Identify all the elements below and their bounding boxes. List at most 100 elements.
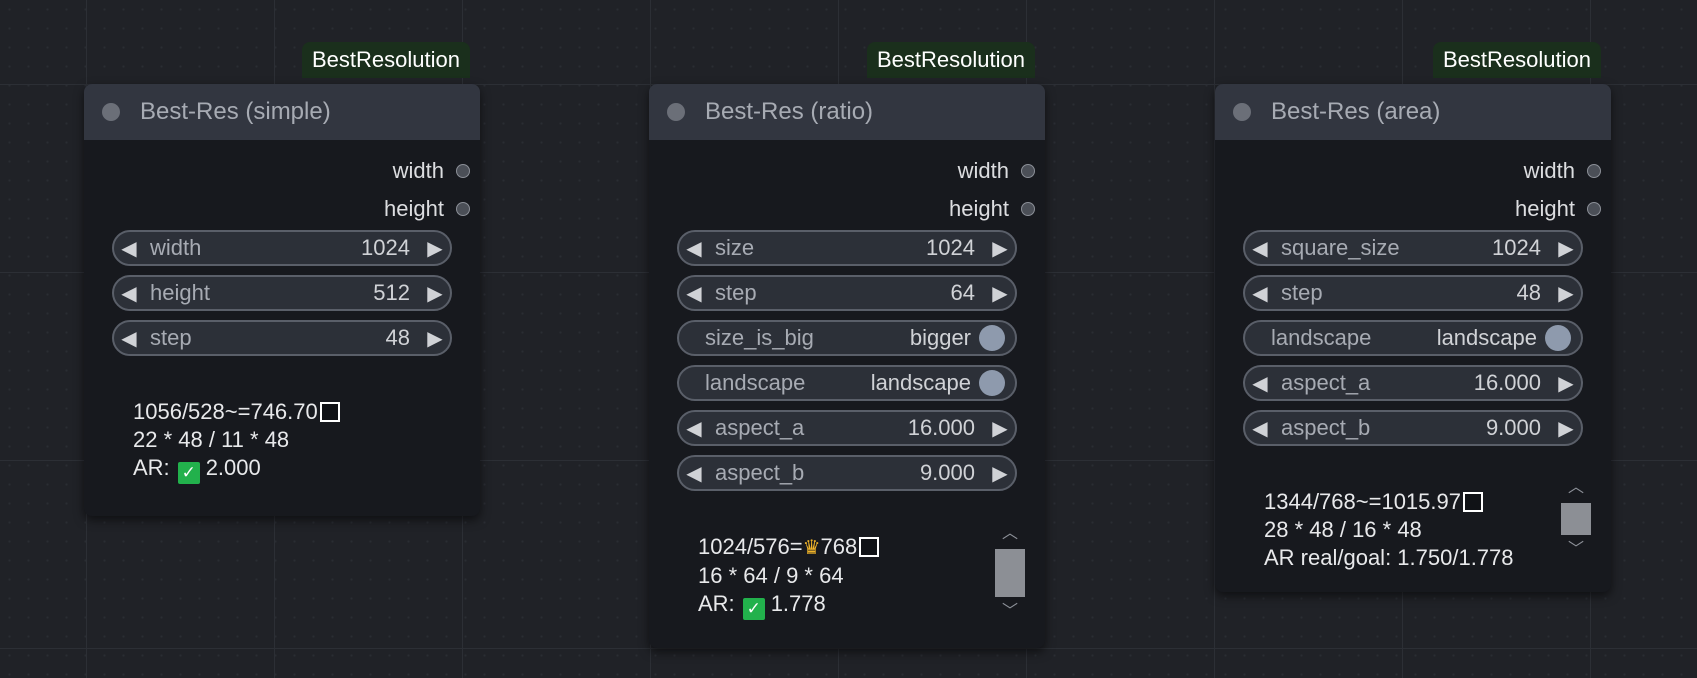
decrement-arrow-icon[interactable]: ◀ xyxy=(679,416,709,441)
increment-arrow-icon[interactable]: ▶ xyxy=(1551,236,1581,261)
output-height[interactable]: height xyxy=(1215,190,1611,228)
node-badge: BestResolution xyxy=(1433,42,1601,78)
decrement-arrow-icon[interactable]: ◀ xyxy=(1245,371,1275,396)
node-header[interactable]: Best-Res (area) xyxy=(1215,84,1611,140)
increment-arrow-icon[interactable]: ▶ xyxy=(420,326,450,351)
decrement-arrow-icon[interactable]: ◀ xyxy=(679,236,709,261)
increment-arrow-icon[interactable]: ▶ xyxy=(1551,281,1581,306)
info-scrollbar[interactable]: ︿ ﹀ xyxy=(1560,475,1592,563)
decrement-arrow-icon[interactable]: ◀ xyxy=(679,461,709,486)
collapse-dot-icon[interactable] xyxy=(667,103,685,121)
toggle-knob-icon[interactable] xyxy=(1545,325,1571,351)
height-widget[interactable]: ◀ height 512 ▶ xyxy=(112,275,452,311)
landscape-toggle[interactable]: landscape landscape xyxy=(677,365,1017,401)
scroll-thumb[interactable] xyxy=(1561,503,1591,535)
square-icon xyxy=(1462,492,1483,512)
scroll-down-icon[interactable]: ﹀ xyxy=(1560,537,1592,563)
decrement-arrow-icon[interactable]: ◀ xyxy=(679,281,709,306)
widget-label: aspect_b xyxy=(1281,415,1371,440)
size-is-big-toggle[interactable]: size_is_big bigger xyxy=(677,320,1017,356)
output-height[interactable]: height xyxy=(84,190,480,228)
widget-value: 64 xyxy=(950,280,975,305)
width-widget[interactable]: ◀ width 1024 ▶ xyxy=(112,230,452,266)
widget-label: width xyxy=(150,235,202,260)
decrement-arrow-icon[interactable]: ◀ xyxy=(114,236,144,261)
output-label: height xyxy=(1515,196,1575,221)
widget-value: 16.000 xyxy=(1473,370,1541,395)
aspect-a-widget[interactable]: ◀ aspect_a 16.000 ▶ xyxy=(677,410,1017,446)
widget-value: bigger xyxy=(909,325,971,350)
widget-value: 48 xyxy=(1516,280,1541,305)
increment-arrow-icon[interactable]: ▶ xyxy=(985,281,1015,306)
aspect-b-widget[interactable]: ◀ aspect_b 9.000 ▶ xyxy=(677,455,1017,491)
landscape-toggle[interactable]: landscape landscape xyxy=(1243,320,1583,356)
output-slot-icon[interactable] xyxy=(456,164,470,178)
collapse-dot-icon[interactable] xyxy=(102,103,120,121)
increment-arrow-icon[interactable]: ▶ xyxy=(985,236,1015,261)
scroll-thumb[interactable] xyxy=(995,549,1025,597)
node-header[interactable]: Best-Res (ratio) xyxy=(649,84,1045,140)
output-slot-icon[interactable] xyxy=(1021,164,1035,178)
info-scrollbar[interactable]: ︿ ﹀ xyxy=(994,521,1026,625)
toggle-knob-icon[interactable] xyxy=(979,325,1005,351)
decrement-arrow-icon[interactable]: ◀ xyxy=(1245,236,1275,261)
output-slot-icon[interactable] xyxy=(1587,202,1601,216)
decrement-arrow-icon[interactable]: ◀ xyxy=(1245,416,1275,441)
widget-value: 16.000 xyxy=(907,415,975,440)
step-widget[interactable]: ◀ step 48 ▶ xyxy=(1243,275,1583,311)
node-title: Best-Res (simple) xyxy=(140,98,331,125)
info-line: 1056/528~=746.70 xyxy=(133,398,340,426)
widget-label: height xyxy=(150,280,210,305)
scroll-down-icon[interactable]: ﹀ xyxy=(994,599,1026,625)
collapse-dot-icon[interactable] xyxy=(1233,103,1251,121)
output-width[interactable]: width xyxy=(649,152,1045,190)
output-label: height xyxy=(384,196,444,221)
increment-arrow-icon[interactable]: ▶ xyxy=(985,461,1015,486)
check-icon: ✓ xyxy=(177,462,200,484)
scroll-up-icon[interactable]: ︿ xyxy=(994,521,1026,547)
square-size-widget[interactable]: ◀ square_size 1024 ▶ xyxy=(1243,230,1583,266)
output-width[interactable]: width xyxy=(1215,152,1611,190)
widget-label: aspect_b xyxy=(715,460,805,485)
increment-arrow-icon[interactable]: ▶ xyxy=(420,236,450,261)
info-line: AR: ✓ 1.778 xyxy=(698,591,826,620)
node-title: Best-Res (ratio) xyxy=(705,98,874,125)
widget-label: size_is_big xyxy=(705,325,814,350)
best-res-ratio-node[interactable]: Best-Res (ratio) width height ◀ size 102… xyxy=(649,84,1045,648)
square-icon xyxy=(859,537,880,557)
toggle-knob-icon[interactable] xyxy=(979,370,1005,396)
widget-label: step xyxy=(1281,280,1323,305)
aspect-a-widget[interactable]: ◀ aspect_a 16.000 ▶ xyxy=(1243,365,1583,401)
increment-arrow-icon[interactable]: ▶ xyxy=(1551,416,1581,441)
step-widget[interactable]: ◀ step 48 ▶ xyxy=(112,320,452,356)
decrement-arrow-icon[interactable]: ◀ xyxy=(114,281,144,306)
decrement-arrow-icon[interactable]: ◀ xyxy=(1245,281,1275,306)
widget-value: 9.000 xyxy=(1485,415,1541,440)
decrement-arrow-icon[interactable]: ◀ xyxy=(114,326,144,351)
size-widget[interactable]: ◀ size 1024 ▶ xyxy=(677,230,1017,266)
best-res-area-node[interactable]: Best-Res (area) width height ◀ square_si… xyxy=(1215,84,1611,592)
widget-label: landscape xyxy=(1271,325,1372,350)
info-line: 16 * 64 / 9 * 64 xyxy=(698,563,844,588)
widget-label: landscape xyxy=(705,370,806,395)
increment-arrow-icon[interactable]: ▶ xyxy=(1551,371,1581,396)
info-line: 1344/768~=1015.97 xyxy=(1264,488,1514,516)
widget-value: 1024 xyxy=(1492,235,1541,260)
output-slot-icon[interactable] xyxy=(1587,164,1601,178)
node-header[interactable]: Best-Res (simple) xyxy=(84,84,480,140)
output-width[interactable]: width xyxy=(84,152,480,190)
widget-value: 1024 xyxy=(361,235,410,260)
increment-arrow-icon[interactable]: ▶ xyxy=(985,416,1015,441)
step-widget[interactable]: ◀ step 64 ▶ xyxy=(677,275,1017,311)
best-res-simple-node[interactable]: Best-Res (simple) width height ◀ width 1… xyxy=(84,84,480,516)
scroll-up-icon[interactable]: ︿ xyxy=(1560,475,1592,501)
increment-arrow-icon[interactable]: ▶ xyxy=(420,281,450,306)
output-height[interactable]: height xyxy=(649,190,1045,228)
output-label: width xyxy=(1523,158,1575,183)
widget-value: 48 xyxy=(385,325,410,350)
widget-label: size xyxy=(715,235,755,260)
output-slot-icon[interactable] xyxy=(1021,202,1035,216)
info-line: AR: ✓ 2.000 xyxy=(133,455,261,484)
aspect-b-widget[interactable]: ◀ aspect_b 9.000 ▶ xyxy=(1243,410,1583,446)
output-slot-icon[interactable] xyxy=(456,202,470,216)
